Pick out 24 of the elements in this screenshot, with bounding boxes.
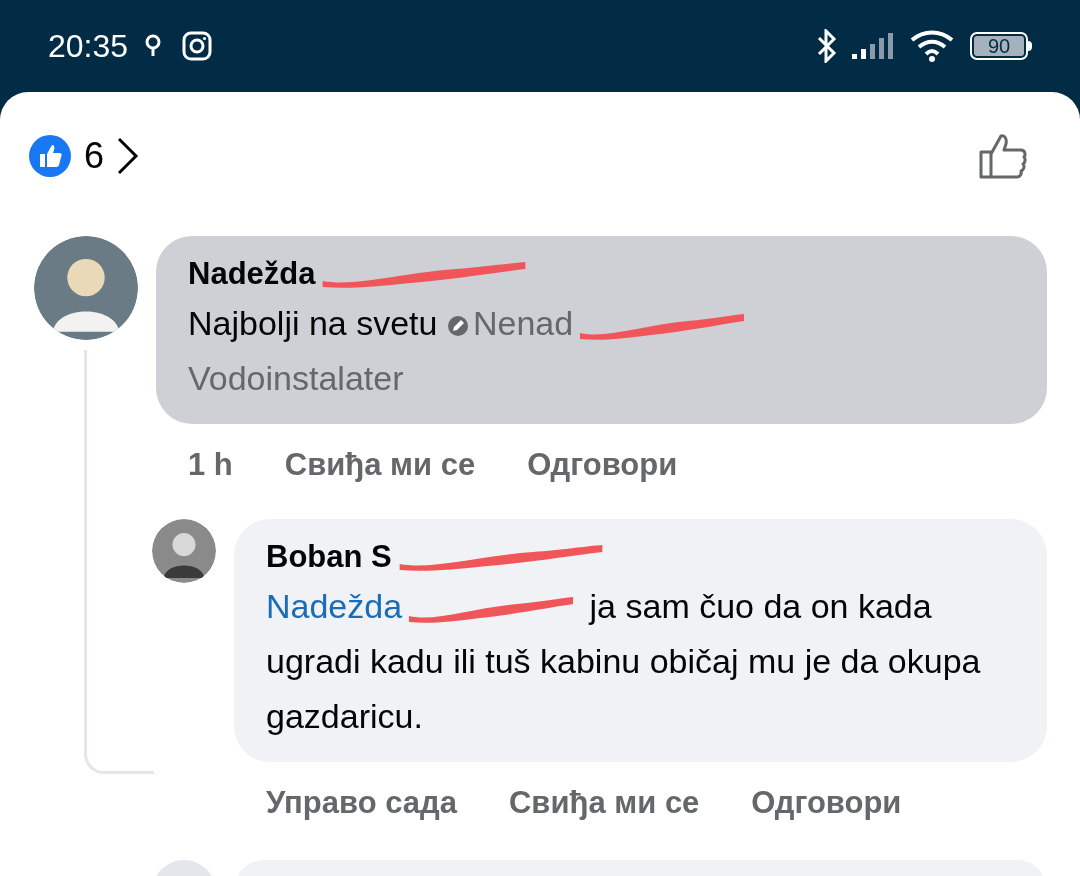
location-icon bbox=[144, 34, 163, 58]
like-link[interactable]: Свиђа ми се bbox=[509, 779, 700, 826]
bluetooth-icon bbox=[816, 29, 838, 63]
comment-time: 1 h bbox=[188, 446, 233, 484]
like-link[interactable]: Свиђа ми се bbox=[284, 442, 476, 489]
comment-time: Управо сада bbox=[266, 783, 457, 822]
comment-text: Nadežda ja sam čuo da on kada ugradi kadu ili tuš kabinu običaj mu je da okupa gazdaricu. bbox=[266, 585, 982, 737]
avatar[interactable] bbox=[152, 518, 216, 583]
tagged-name[interactable]: Nenad bbox=[472, 304, 574, 342]
wifi-icon bbox=[910, 30, 954, 62]
like-reaction-icon bbox=[28, 134, 72, 178]
clock: 20:35 bbox=[48, 27, 129, 66]
thumbs-up-icon[interactable] bbox=[978, 132, 1028, 180]
battery-indicator: 90 bbox=[970, 32, 1032, 60]
author-name[interactable]: Boban S bbox=[266, 534, 392, 579]
reaction-count[interactable]: 6 bbox=[84, 129, 105, 183]
chevron-right-icon[interactable] bbox=[116, 136, 141, 176]
reply-link[interactable]: Одговори bbox=[527, 442, 678, 489]
mention-link[interactable]: Nadežda bbox=[266, 586, 403, 625]
reply-link[interactable]: Одговори bbox=[751, 779, 902, 826]
comment-text: Najbolji na svetu Nenad Vodoinstalater bbox=[188, 296, 908, 406]
author-name[interactable]: Nadežda bbox=[188, 252, 316, 296]
tag-icon bbox=[446, 315, 469, 337]
instagram-icon bbox=[182, 31, 213, 61]
